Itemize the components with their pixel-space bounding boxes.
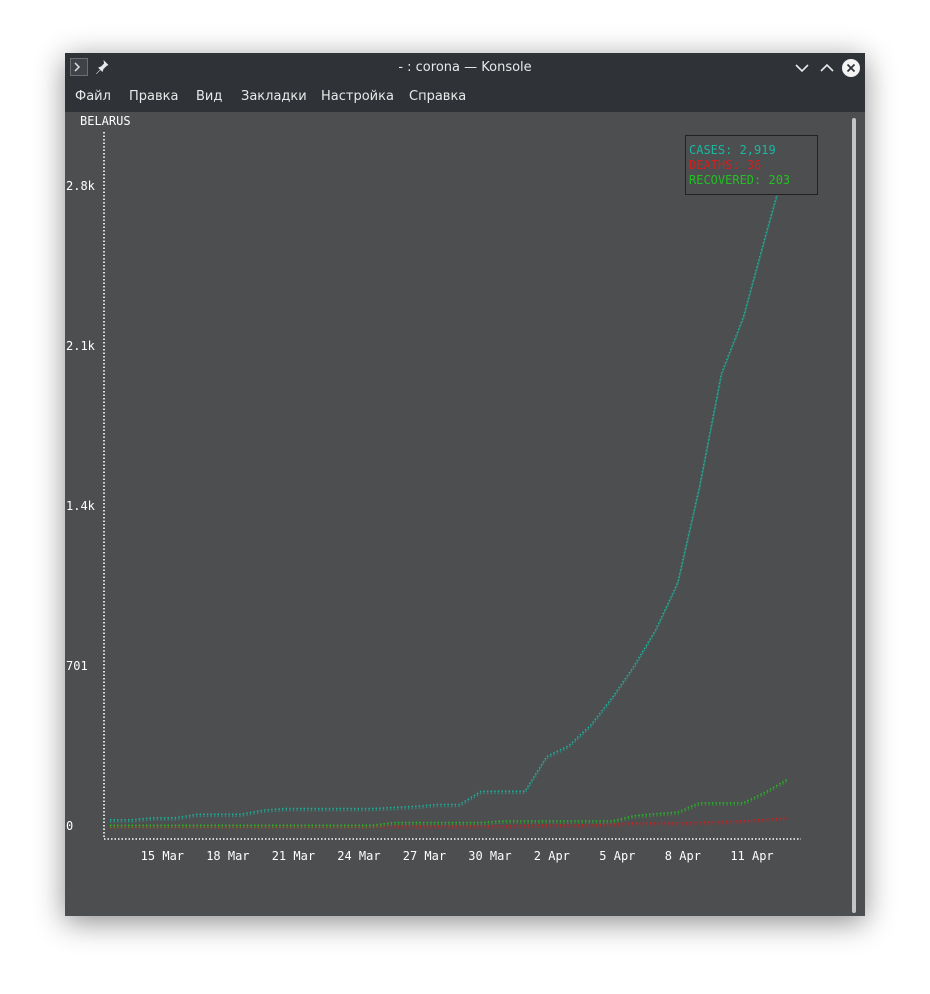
y-tick-label: 1.4k: [66, 499, 95, 514]
scrollbar[interactable]: [852, 118, 856, 913]
window-title: - : corona — Konsole: [398, 60, 532, 75]
x-tick-label: 27 Mar: [402, 849, 447, 863]
legend-deaths: DEATHS: 36: [689, 158, 762, 172]
legend-cases: CASES: 2,919: [689, 143, 776, 157]
minimize-button[interactable]: [792, 58, 812, 78]
chevron-up-icon: [820, 63, 834, 72]
pin-icon[interactable]: [95, 59, 111, 75]
menu-bookmarks[interactable]: Закладки: [241, 82, 307, 112]
konsole-window: - : corona — Konsole Файл Правка Вид Зак…: [65, 53, 865, 916]
x-tick-label: 18 Mar: [206, 849, 250, 863]
close-icon: [842, 59, 860, 77]
title-bar[interactable]: - : corona — Konsole: [65, 53, 865, 82]
y-tick-label: 701: [66, 658, 88, 673]
maximize-button[interactable]: [817, 58, 837, 78]
terminal-area[interactable]: BELARUS 0 701 1.4k 2.1k 2.8k 15 Mar 18 Mar 21 …: [65, 112, 865, 916]
close-button[interactable]: [841, 58, 861, 78]
x-tick-label: 30 Mar: [468, 849, 512, 863]
x-tick-label: 2 Apr: [533, 849, 570, 863]
x-tick-label: 21 Mar: [271, 849, 316, 863]
y-tick-label: 0: [66, 819, 74, 833]
menu-view[interactable]: Вид: [196, 82, 222, 112]
menu-settings[interactable]: Настройка: [321, 82, 394, 112]
x-tick-label: 11 Apr: [730, 849, 774, 863]
x-tick-label: 8 Apr: [664, 849, 701, 863]
x-tick-label: 15 Mar: [140, 849, 185, 863]
chevron-down-icon: [795, 64, 809, 73]
menu-file[interactable]: Файл: [75, 82, 111, 112]
y-tick-label: 2.1k: [66, 339, 95, 354]
series-line-shade-cases: [110, 160, 788, 823]
chart-plot: [103, 132, 801, 840]
legend-recovered: RECOVERED: 203: [689, 173, 791, 187]
terminal-icon[interactable]: [70, 58, 88, 76]
series-line-recovered: [110, 778, 788, 827]
menu-edit[interactable]: Правка: [129, 82, 178, 112]
series-line-cases: [110, 158, 788, 821]
x-tick-label: 5 Apr: [599, 849, 636, 863]
chart-legend: CASES: 2,919 DEATHS: 36 RECOVERED: 203: [685, 135, 818, 195]
menu-help[interactable]: Справка: [409, 82, 466, 112]
menu-bar: Файл Правка Вид Закладки Настройка Справ…: [65, 82, 865, 112]
y-tick-label: 2.8k: [66, 179, 95, 194]
x-tick-label: 24 Mar: [337, 849, 381, 863]
